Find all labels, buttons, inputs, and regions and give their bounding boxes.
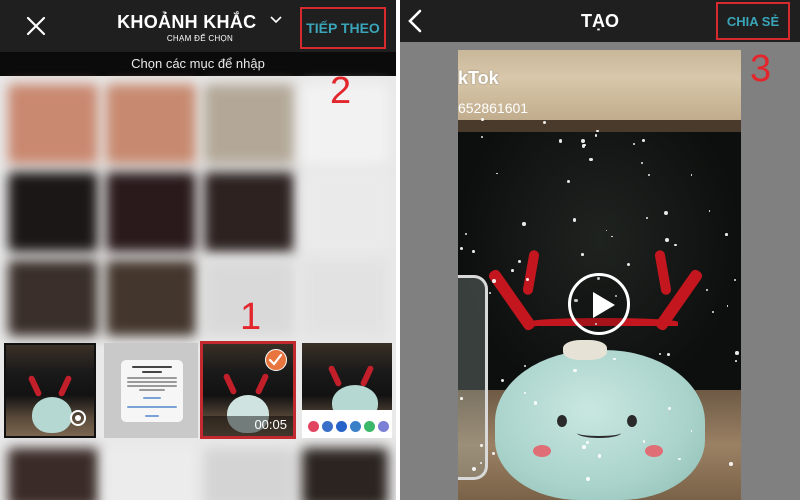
snow-particle [510,269,514,273]
step-annotation-3: 3 [750,48,772,90]
gallery-thumbnail[interactable] [106,448,196,500]
snow-particle [459,246,463,250]
snow-particle [690,174,693,176]
plush-mouth [577,428,621,438]
plush-toy [495,350,705,500]
play-icon [593,292,615,318]
snow-particle [597,454,601,458]
gallery-thumbnail[interactable] [8,448,98,500]
shelf-edge [458,120,741,132]
share-app-icon [322,421,333,432]
permission-dialog-image [121,360,183,422]
snow-particle [522,222,526,226]
snow-particle [647,174,650,177]
gallery-thumbnail[interactable] [204,172,294,252]
snow-particle [496,172,498,175]
share-app-icon [364,421,375,432]
snow-particle [589,157,593,161]
thumbnail-video[interactable] [4,343,96,438]
snow-particle [479,443,483,447]
plush-cheek [645,445,663,457]
play-button[interactable] [568,273,630,335]
snow-particle [735,351,739,355]
snow-particle [642,440,645,443]
picker-subtitle: CHẠM ĐỂ CHỌN [166,34,234,43]
gallery-thumbnail[interactable] [204,448,294,500]
moments-picker-screen: KHOẢNH KHẮC CHẠM ĐỂ CHỌN TIẾP THEO Chọn … [0,0,396,500]
gallery-thumbnail[interactable] [204,84,294,164]
share-sheet-image [302,410,392,438]
gallery-thumbnail[interactable] [302,172,388,252]
snow-particle [640,161,643,164]
plush-eye [627,415,637,427]
snow-particle [566,179,571,184]
chevron-down-icon [270,16,282,24]
create-header: TẠO CHIA SẺ [400,0,800,42]
step-annotation-1: 1 [240,296,262,338]
snow-particle [658,352,661,356]
snow-particle [596,129,599,132]
share-app-icon [308,421,319,432]
snow-particle [573,368,577,372]
plush-toy [32,397,72,433]
gallery-thumbnail[interactable] [106,260,196,336]
tutorial-composite: KHOẢNH KHẮC CHẠM ĐỂ CHỌN TIẾP THEO Chọn … [0,0,800,500]
snow-particle [668,407,671,411]
video-watermark: kTok [458,68,499,88]
share-button[interactable]: CHIA SẺ [716,2,790,40]
snow-particle [582,445,586,449]
snow-particle [581,138,586,143]
plush-bow [563,340,607,360]
share-app-icon [350,421,361,432]
snow-particle [472,466,476,471]
gallery-thumbnail[interactable] [8,172,98,252]
thumbnail-screenshot[interactable] [302,343,392,438]
video-preview[interactable]: kTok 652861601 [458,50,741,500]
selection-highlight-box [200,341,296,439]
video-watermark-id: 652861601 [458,100,529,116]
plush-cheek [533,445,551,457]
snow-particle [674,243,677,247]
snow-particle [594,134,598,137]
snow-particle [480,117,484,121]
snow-particle [460,397,463,400]
picker-title: KHOẢNH KHẮC [117,12,257,32]
gallery-thumbnail[interactable] [8,260,98,336]
snow-particle [491,451,495,455]
snow-particle [664,238,669,243]
gallery-thumbnail[interactable] [8,84,98,164]
thumbnail-screenshot[interactable] [104,343,198,438]
create-preview-screen: TẠO CHIA SẺ kTok 652861601 3 [400,0,800,500]
close-icon [26,16,46,36]
plush-eye [557,415,567,427]
snow-particle [646,216,649,219]
snow-particle [642,139,645,142]
snow-particle [491,278,496,283]
picker-header: KHOẢNH KHẮC CHẠM ĐỂ CHỌN TIẾP THEO [0,0,396,52]
close-button[interactable] [24,14,48,38]
album-selector[interactable]: KHOẢNH KHẮC CHẠM ĐỂ CHỌN [110,12,290,43]
share-app-icon [378,421,389,432]
step-annotation-2: 2 [330,70,352,112]
thumbnail-row: 00:05 [4,343,392,438]
gallery-thumbnail[interactable] [106,172,196,252]
snow-particle [472,250,476,253]
jar-object [458,275,488,480]
live-photo-icon [70,410,86,426]
gallery-thumbnail[interactable] [302,448,388,500]
gallery-thumbnail[interactable] [106,84,196,164]
next-button[interactable]: TIẾP THEO [300,7,386,49]
snow-particle [729,462,733,466]
gallery-thumbnail[interactable] [302,260,388,336]
snow-particle [705,288,708,291]
share-app-icon [336,421,347,432]
